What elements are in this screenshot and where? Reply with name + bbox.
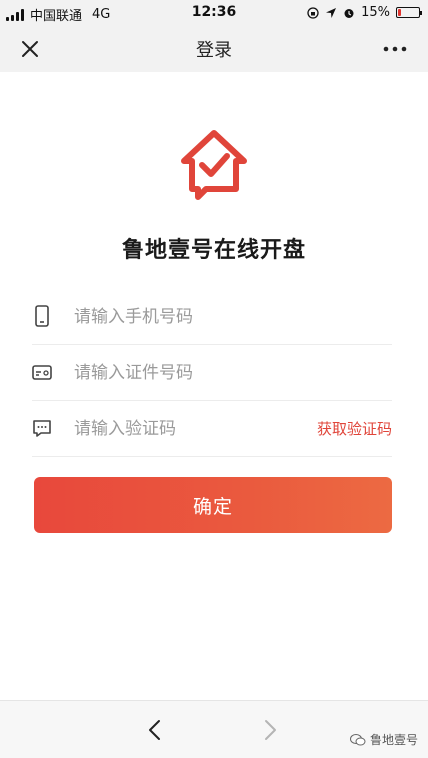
more-icon[interactable] — [382, 37, 408, 61]
id-row — [32, 345, 392, 401]
battery-percent: 15% — [361, 5, 390, 20]
house-check-logo-icon — [181, 130, 247, 200]
rotation-lock-icon — [307, 6, 319, 19]
back-arrow-icon[interactable] — [145, 719, 165, 741]
bottom-toolbar: 鲁地壹号 — [0, 700, 428, 758]
battery-icon — [396, 7, 422, 18]
code-row: 获取验证码 — [32, 401, 392, 457]
phone-input[interactable] — [74, 303, 294, 331]
battery-fill — [398, 9, 401, 16]
status-bar: 中国联通 4G 12:36 15% — [0, 0, 428, 26]
id-number-input[interactable] — [74, 359, 294, 387]
verification-code-input[interactable] — [74, 415, 294, 443]
watermark: 鲁地壹号 — [349, 731, 418, 748]
app-title: 鲁地壹号在线开盘 — [121, 238, 306, 263]
watermark-text: 鲁地壹号 — [369, 733, 418, 747]
id-card-icon — [32, 365, 52, 380]
get-code-button[interactable]: 获取验证码 — [317, 418, 392, 439]
location-icon — [326, 7, 337, 18]
login-screen: 中国联通 4G 12:36 15% 登录 鲁地壹号在线开盘 请输入手机号码 请输… — [0, 0, 428, 758]
page-title: 登录 — [196, 40, 232, 61]
forward-arrow-icon[interactable] — [260, 719, 280, 741]
confirm-button[interactable]: 确定 — [34, 477, 392, 533]
status-right: 15% — [307, 5, 422, 20]
phone-row — [32, 289, 392, 345]
message-icon — [33, 420, 51, 437]
nav-bar: 登录 — [0, 26, 428, 72]
alarm-icon — [344, 8, 354, 18]
phone-icon — [35, 305, 49, 327]
wechat-icon — [349, 733, 366, 745]
